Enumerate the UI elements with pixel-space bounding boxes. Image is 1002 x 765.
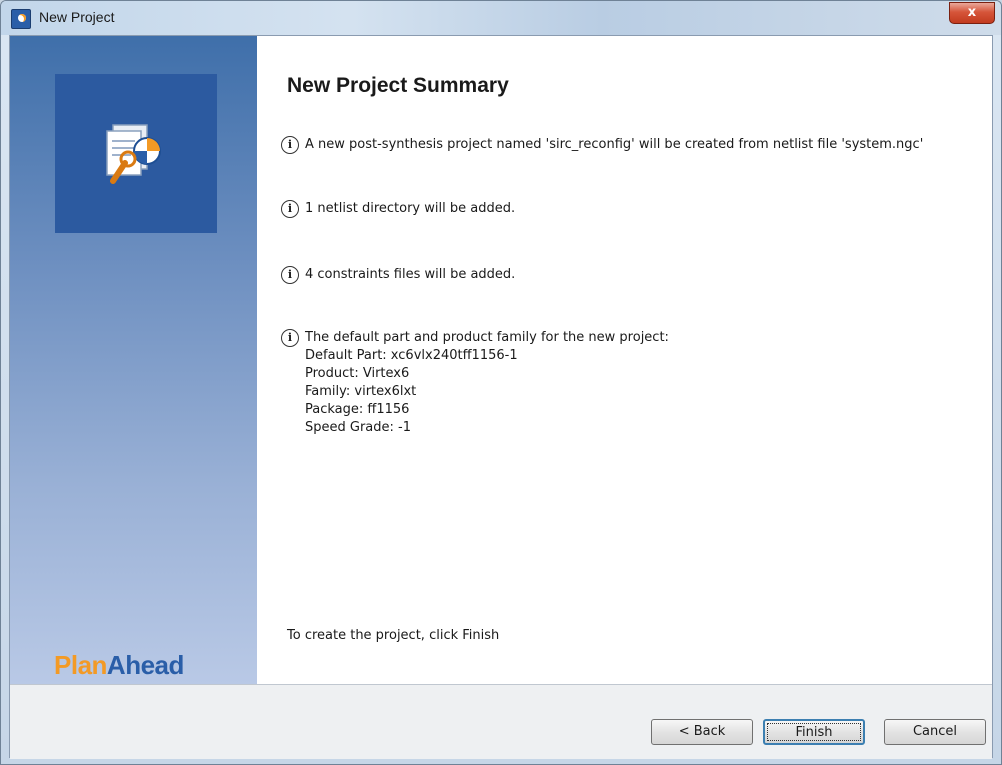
speed-grade: Speed Grade: -1	[305, 420, 411, 435]
button-bar: < Back Finish Cancel	[10, 684, 992, 759]
summary-item-text: A new post-synthesis project named 'sirc…	[305, 137, 924, 152]
new-project-window: New Project x PlanAhead New Project Summ…	[0, 0, 1002, 765]
window-title: New Project	[39, 9, 115, 25]
default-part: Default Part: xc6vlx240tff1156-1	[305, 348, 518, 363]
page-title: New Project Summary	[287, 74, 509, 97]
info-icon: i	[281, 266, 299, 284]
finish-instruction: To create the project, click Finish	[287, 628, 500, 643]
app-icon	[11, 9, 31, 29]
title-bar[interactable]: New Project x	[1, 1, 1001, 35]
info-icon: i	[281, 329, 299, 347]
product: Product: Virtex6	[305, 366, 410, 381]
finish-button[interactable]: Finish	[763, 719, 865, 745]
project-document-icon	[106, 124, 161, 184]
info-icon: i	[281, 136, 299, 154]
info-icon: i	[281, 200, 299, 218]
part-details: Default Part: xc6vlx240tff1156-1 Product…	[305, 347, 518, 437]
summary-item-text: The default part and product family for …	[305, 330, 669, 345]
logo-part-plan: Plan	[54, 650, 107, 680]
hero-tile	[55, 74, 217, 233]
logo-part-ahead: Ahead	[106, 650, 184, 680]
family: Family: virtex6lxt	[305, 384, 417, 399]
summary-item-text: 1 netlist directory will be added.	[305, 201, 516, 216]
summary-panel: New Project Summary i A new post-synthes…	[257, 36, 992, 684]
side-banner: PlanAhead	[10, 36, 257, 684]
planahead-logo: PlanAhead	[54, 650, 184, 681]
dialog-client: PlanAhead New Project Summary i A new po…	[9, 35, 993, 759]
back-button[interactable]: < Back	[651, 719, 753, 745]
close-button[interactable]: x	[949, 2, 995, 24]
summary-item-text: 4 constraints files will be added.	[305, 267, 516, 282]
cancel-button[interactable]: Cancel	[884, 719, 986, 745]
package: Package: ff1156	[305, 402, 410, 417]
